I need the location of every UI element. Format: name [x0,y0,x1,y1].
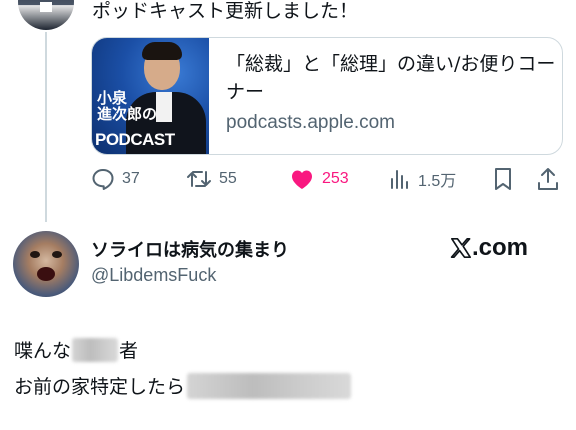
reply-handle[interactable]: @LibdemsFuck [91,265,216,286]
thumb-podcast-word: PODCAST [95,130,175,149]
bookmark-icon [495,168,511,190]
avatar-eye-right [52,251,62,258]
repost-count: 55 [219,170,237,187]
reply-line-2: お前の家特定したら [14,372,352,399]
thumb-name: 小泉 進次郎の [97,90,157,122]
reply-display-name[interactable]: ソライロは病気の集まり [91,236,289,262]
link-card[interactable]: 小泉 進次郎の PODCAST 「総裁」と「総理」の違い/お便りコーナー pod… [91,37,563,155]
reply-avatar[interactable] [13,231,79,297]
card-thumbnail: 小泉 進次郎の PODCAST [92,38,209,154]
thread-line [45,32,47,222]
reply-line-2-text: お前の家特定したら [14,376,186,398]
heart-icon [292,170,312,189]
reply-icon [92,169,114,190]
x-watermark: .com [450,234,528,262]
action-bar: 37 55 253 1.5万 [91,164,566,194]
redacted-blur [187,372,352,399]
reply-line-1-end: 者 [119,340,139,362]
post-text: ポッドキャスト更新しました！ [92,0,359,22]
avatar-collar [40,2,52,12]
thumb-name-line1: 小泉 [97,89,128,107]
bar-chart-icon [391,170,408,189]
reply-line-1-start: 喋んな [14,340,72,362]
repost-button[interactable]: 55 [186,164,237,194]
avatar-eye-left [30,251,40,258]
card-domain: podcasts.apple.com [226,112,395,133]
repost-icon [187,171,211,187]
watermark-text: .com [472,234,529,261]
thumb-shirt [156,92,172,122]
views-count: 1.5万 [418,173,457,190]
author-avatar[interactable] [18,0,74,30]
share-button[interactable] [537,164,566,194]
like-button[interactable]: 253 [289,164,349,194]
x-logo-icon [450,238,471,258]
thumb-hair [142,42,182,60]
reply-line-1: 喋んな 者 [14,336,138,363]
views-button[interactable]: 1.5万 [389,164,456,194]
redacted-blur [72,337,119,362]
reply-button[interactable]: 37 [91,164,140,194]
reply-count: 37 [122,170,140,187]
card-title: 「総裁」と「総理」の違い/お便りコーナー [226,53,556,103]
thumb-name-line2: 進次郎の [97,105,158,123]
share-icon [538,168,558,190]
bookmark-button[interactable] [493,164,520,194]
avatar-mouth [37,267,55,281]
like-count: 253 [322,170,349,187]
